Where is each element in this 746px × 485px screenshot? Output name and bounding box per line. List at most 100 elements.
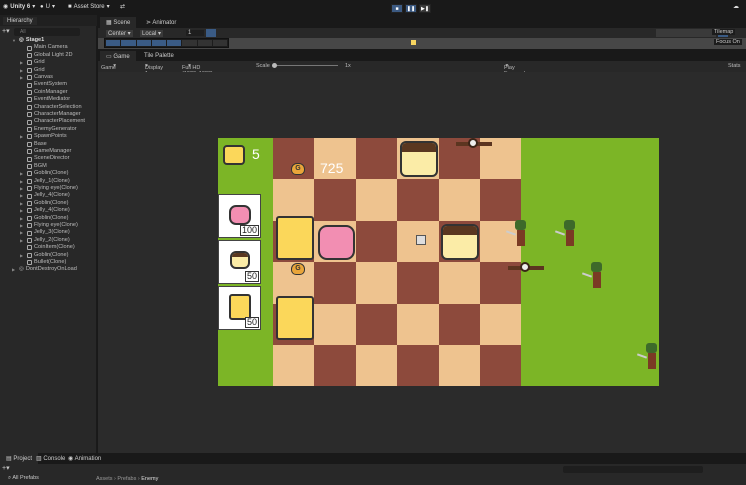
asset-store-button[interactable]: ■ Asset Store ▾ xyxy=(68,3,110,11)
grid-toggle[interactable] xyxy=(206,29,216,37)
resolution-dropdown[interactable]: Full HD (1920x1080) ▾ xyxy=(182,63,213,77)
project-search-input[interactable] xyxy=(563,466,703,473)
board-tile[interactable] xyxy=(314,303,356,345)
space-dropdown[interactable]: Local ▾ xyxy=(140,30,164,37)
board-tile[interactable] xyxy=(438,179,480,221)
board-tile[interactable] xyxy=(273,179,315,221)
unity-menu[interactable]: ◉ Unity 6 ▾ xyxy=(3,3,35,11)
board-tile[interactable] xyxy=(397,303,439,345)
board-tile[interactable] xyxy=(314,345,356,386)
hierarchy-item[interactable]: ▶ Goblin(Clone) xyxy=(20,170,69,177)
board-tile[interactable] xyxy=(355,345,398,386)
board-tile[interactable] xyxy=(314,262,356,304)
expand-arrow-icon[interactable]: ▶ xyxy=(20,222,25,229)
board-tile[interactable] xyxy=(397,345,439,386)
expand-arrow-icon[interactable]: ▶ xyxy=(20,59,25,66)
expand-arrow-icon[interactable]: ▶ xyxy=(20,200,25,207)
scene-root-stage1[interactable]: ▼ ◎ Stage1 xyxy=(12,37,44,44)
hierarchy-item[interactable]: EventSystem xyxy=(20,81,67,88)
pudding-unit[interactable] xyxy=(400,141,438,177)
board-tile[interactable] xyxy=(438,262,480,304)
board-tile[interactable] xyxy=(273,345,315,386)
pudding-unit[interactable] xyxy=(441,224,479,260)
display-dropdown[interactable]: Display 1 ▾ xyxy=(145,63,163,77)
cat-unit[interactable] xyxy=(276,296,314,340)
expand-arrow-icon[interactable]: ▶ xyxy=(20,229,25,236)
hierarchy-item[interactable]: EventMediator xyxy=(20,96,70,103)
board-tile[interactable] xyxy=(355,138,398,180)
board-tile[interactable] xyxy=(355,179,398,221)
stats-button[interactable]: Stats xyxy=(728,63,741,69)
hierarchy-item[interactable]: ▶ Canvas xyxy=(20,74,53,81)
shading-toolbar[interactable] xyxy=(656,29,716,37)
hierarchy-item[interactable]: ▶ Jelly_1(Clone) xyxy=(20,178,70,185)
pivot-dropdown[interactable]: Center ▾ xyxy=(106,30,133,37)
hierarchy-item[interactable]: ▶ Jelly_3(Clone) xyxy=(20,229,70,236)
expand-arrow-icon[interactable]: ▶ xyxy=(20,74,25,81)
board-tile[interactable] xyxy=(480,345,522,386)
add-button[interactable]: +▾ xyxy=(2,27,10,35)
play-focused-dropdown[interactable]: Play Focused ▾ xyxy=(504,63,525,77)
hierarchy-item[interactable]: ▶ Flying eye(Clone) xyxy=(20,222,78,229)
goblin-enemy[interactable] xyxy=(636,343,659,371)
hierarchy-item[interactable]: ▶ Flying eye(Clone) xyxy=(20,185,78,192)
unit-card-pink-jelly[interactable]: 100 xyxy=(218,194,261,238)
account-button[interactable]: ● U ▾ xyxy=(40,3,55,11)
cloud-icon[interactable]: ☁ xyxy=(733,3,739,10)
tab-scene[interactable]: ▦ Scene xyxy=(100,17,137,28)
bullet-projectile[interactable] xyxy=(416,235,426,245)
hierarchy-item[interactable]: Base xyxy=(20,141,47,148)
scale-slider-handle[interactable] xyxy=(272,63,277,68)
board-tile[interactable] xyxy=(355,262,398,304)
cat-unit[interactable] xyxy=(276,216,314,260)
expand-arrow-icon[interactable]: ▶ xyxy=(20,67,25,74)
pink-jelly-unit[interactable] xyxy=(318,225,355,260)
board-tile[interactable] xyxy=(480,303,522,345)
hierarchy-item[interactable]: ▶ Grid xyxy=(20,59,45,66)
focus-on-button[interactable]: Focus On xyxy=(714,39,742,45)
expand-arrow-icon[interactable]: ▶ xyxy=(20,185,25,192)
hierarchy-item[interactable]: ▶ Goblin(Clone) xyxy=(20,215,69,222)
unit-card-cat[interactable]: 50 xyxy=(218,286,261,330)
expand-arrow-icon[interactable]: ▶ xyxy=(20,215,25,222)
hierarchy-item[interactable]: CharacterManager xyxy=(20,111,81,118)
expand-arrow-icon[interactable]: ▶ xyxy=(20,133,25,140)
hierarchy-item[interactable]: ▶ SpawnPoints xyxy=(20,133,67,140)
board-tile[interactable] xyxy=(355,220,398,263)
hierarchy-item[interactable]: CharacterSelection xyxy=(20,104,82,111)
hierarchy-item[interactable]: ▶ Jelly_4(Clone) xyxy=(20,207,70,214)
hierarchy-item[interactable]: ▶ Goblin(Clone) xyxy=(20,252,69,259)
board-tile[interactable] xyxy=(397,262,439,304)
goblin-enemy[interactable] xyxy=(554,220,577,248)
hierarchy-item[interactable]: CoinManager xyxy=(20,89,68,96)
board-tile[interactable] xyxy=(438,303,480,345)
hierarchy-item[interactable]: CharacterPlacement xyxy=(20,118,85,125)
expand-arrow-icon[interactable]: ▶ xyxy=(20,237,25,244)
hierarchy-item[interactable]: ▶ Grid xyxy=(20,67,45,74)
board-tile[interactable] xyxy=(397,179,439,221)
expand-arrow-icon[interactable]: ▶ xyxy=(20,207,25,214)
coin-item[interactable]: G xyxy=(291,263,305,275)
expand-arrow-icon[interactable]: ▶ xyxy=(20,192,25,199)
tab-animator[interactable]: ⋗ Animator xyxy=(140,17,182,28)
hierarchy-item[interactable]: GameManager xyxy=(20,148,71,155)
scene-root-dontdestroyonload[interactable]: ▶ ◎ DontDestroyOnLoad xyxy=(12,266,77,273)
play-button[interactable]: ■ xyxy=(391,4,403,13)
tab-animation[interactable]: ◉ Animation xyxy=(62,453,107,464)
game-board[interactable]: 5 G 725 100 50 50 G xyxy=(218,138,659,386)
hierarchy-item[interactable]: SceneDirector xyxy=(20,155,69,162)
hierarchy-item[interactable]: ▶ Goblin(Clone) xyxy=(20,200,69,207)
flying-eye-enemy[interactable] xyxy=(508,260,544,276)
hierarchy-item[interactable]: CoinItem(Clone) xyxy=(20,244,75,251)
board-tile[interactable] xyxy=(314,179,356,221)
goblin-enemy[interactable] xyxy=(581,262,604,290)
expand-arrow-icon[interactable]: ▶ xyxy=(20,178,25,185)
pause-button[interactable]: ❚❚ xyxy=(405,4,417,13)
board-tile[interactable] xyxy=(355,303,398,345)
step-button[interactable]: ▶❚ xyxy=(419,4,431,13)
grid-snap-input[interactable]: 1 xyxy=(186,30,204,36)
game-mode-dropdown[interactable]: Game ▾ xyxy=(101,63,116,71)
flying-eye-enemy[interactable] xyxy=(456,138,492,152)
tools-overlay-toolbar[interactable] xyxy=(104,38,229,48)
hierarchy-item[interactable]: Main Camera xyxy=(20,44,68,51)
